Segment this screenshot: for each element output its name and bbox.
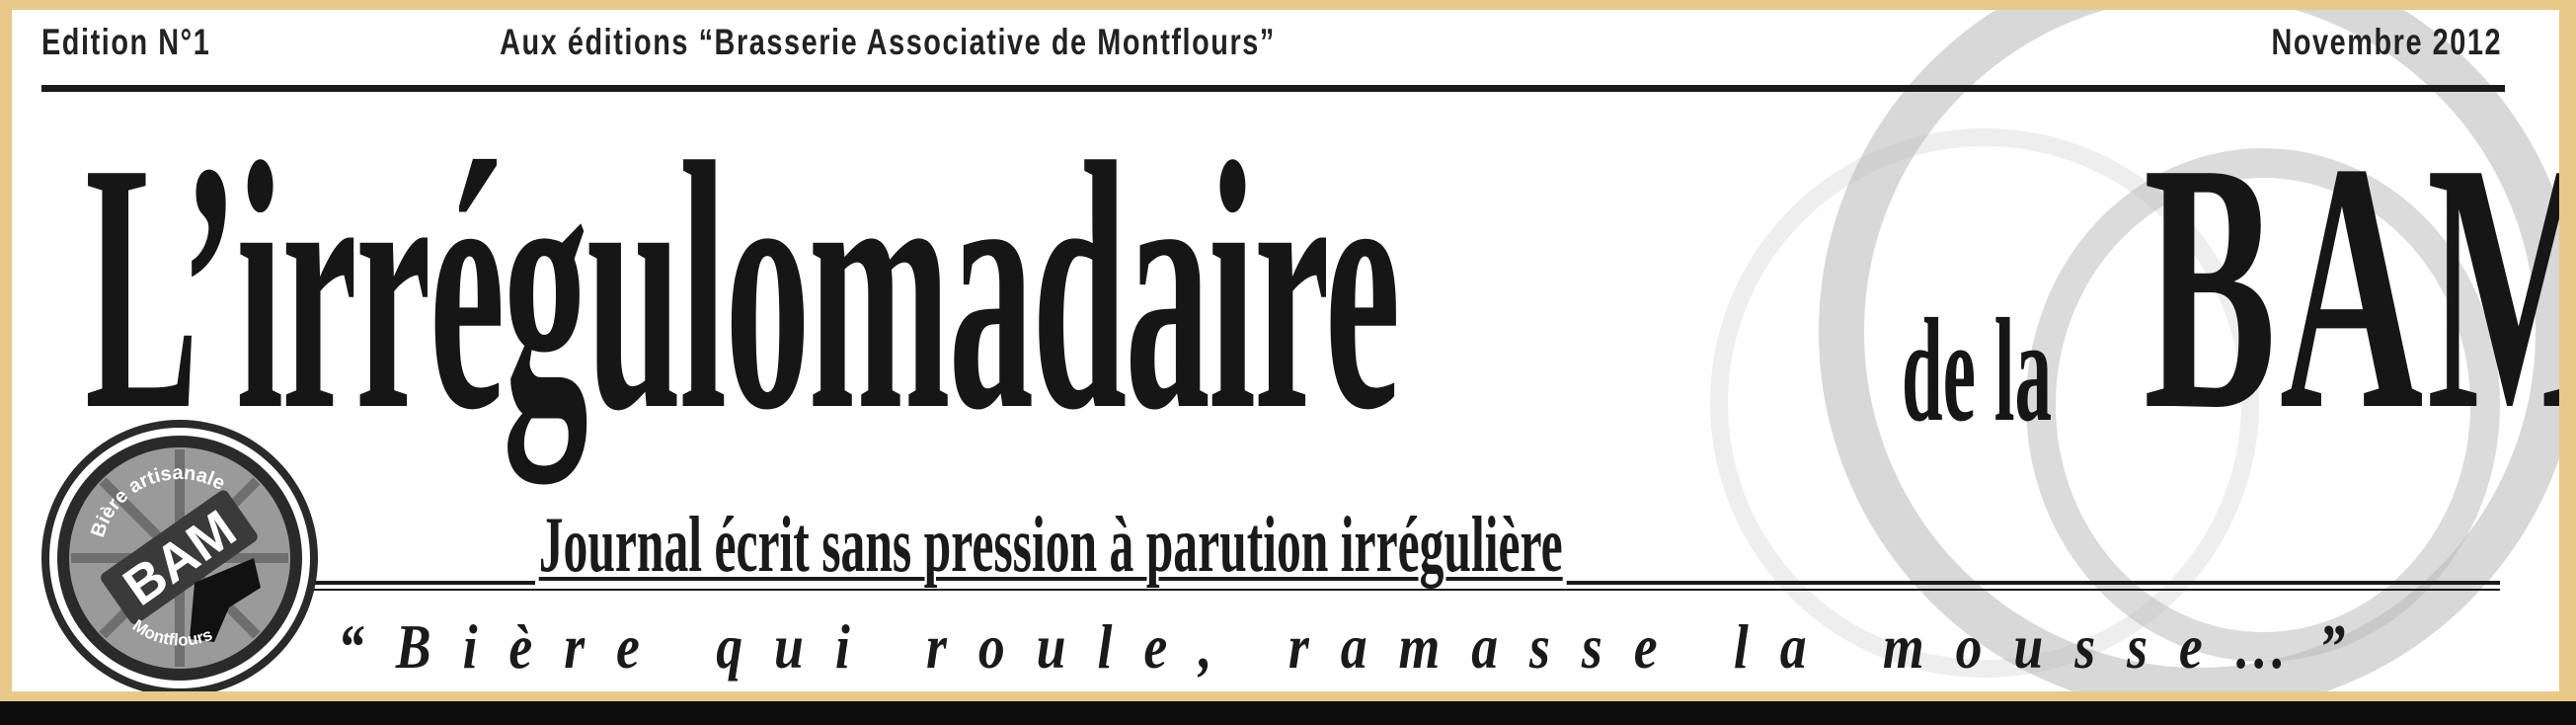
masthead-title: L’irrégulomadaire de la BAM (85, 109, 2559, 464)
publisher-line: Aux éditions “Brasserie Associative de M… (500, 22, 1276, 62)
motto: “Bière qui roule, ramasse la mousse…” (338, 611, 2378, 682)
edition-date: Novembre 2012 (2271, 22, 2503, 62)
subtitle: Journal écrit sans pression à parution i… (535, 504, 1567, 587)
title-connector: de la (1902, 288, 2053, 452)
subtitle-band: Journal écrit sans pression à parution i… (313, 504, 2500, 593)
edition-number: Edition N°1 (41, 22, 211, 62)
subtitle-rule-thin (313, 589, 2500, 591)
edition-bar: Edition N°1 Aux éditions “Brasserie Asso… (41, 22, 2501, 71)
title-brand: BAM (2144, 89, 2559, 483)
page-frame: Edition N°1 Aux éditions “Brasserie Asso… (0, 0, 2576, 701)
newspaper-header: Edition N°1 Aux éditions “Brasserie Asso… (12, 10, 2559, 691)
bam-seal-logo: Bière artisanale BAM Montflours (41, 420, 318, 691)
